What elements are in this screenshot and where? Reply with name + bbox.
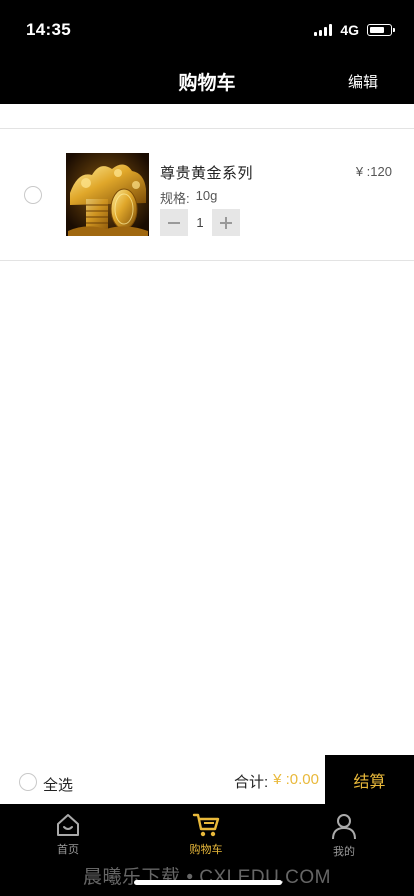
battery-level xyxy=(369,26,384,33)
status-time: 14:35 xyxy=(26,20,71,39)
tab-home[interactable]: 首页 xyxy=(28,812,108,857)
home-icon xyxy=(57,814,79,836)
cart-item: 尊贵黄金系列 ¥ :120 规格: 10g 1 xyxy=(0,129,414,260)
edit-button[interactable]: 编辑 xyxy=(348,71,378,92)
spec-label: 规格: xyxy=(160,191,190,206)
tab-profile[interactable]: 我的 xyxy=(304,812,384,859)
total-value: ¥ :0.00 xyxy=(273,771,319,788)
select-all-label[interactable]: 全选 xyxy=(43,774,73,795)
home-indicator xyxy=(134,880,282,885)
tab-profile-label: 我的 xyxy=(333,846,355,858)
minus-icon xyxy=(168,221,180,224)
spec-value: 10g xyxy=(195,188,218,203)
total-summary: 合计: ¥ :0.00 xyxy=(234,771,319,792)
quantity-value[interactable]: 1 xyxy=(188,215,212,230)
select-all-checkbox[interactable] xyxy=(19,773,37,791)
signal-icon xyxy=(314,24,333,36)
status-indicators: 4G xyxy=(314,22,395,38)
network-type: 4G xyxy=(340,22,359,38)
user-icon xyxy=(332,814,356,840)
product-image[interactable] xyxy=(66,153,149,236)
plus-icon xyxy=(220,216,232,229)
quantity-stepper: 1 xyxy=(160,209,240,236)
product-name[interactable]: 尊贵黄金系列 xyxy=(160,162,253,183)
tab-cart[interactable]: 购物车 xyxy=(166,812,246,857)
item-select-checkbox[interactable] xyxy=(24,186,42,204)
divider xyxy=(0,260,414,261)
checkout-button[interactable]: 结算 xyxy=(325,755,414,804)
increase-button[interactable] xyxy=(212,209,240,236)
nav-bar: 购物车 编辑 xyxy=(0,56,414,104)
gold-coins-image xyxy=(66,153,149,236)
checkout-bar: 全选 合计: ¥ :0.00 结算 xyxy=(0,755,414,804)
product-spec: 规格: 10g xyxy=(160,188,217,207)
decrease-button[interactable] xyxy=(160,209,188,236)
tab-bar: 首页 购物车 我的 晨曦乐下载 • CXLEDU.COM xyxy=(0,804,414,896)
product-price: ¥ :120 xyxy=(355,164,392,179)
cart-icon xyxy=(192,813,220,837)
tab-cart-label: 购物车 xyxy=(189,844,223,856)
status-bar: 14:35 4G xyxy=(0,0,414,56)
total-label: 合计: xyxy=(233,774,269,791)
tab-home-label: 首页 xyxy=(57,844,79,856)
battery-icon xyxy=(367,24,395,36)
